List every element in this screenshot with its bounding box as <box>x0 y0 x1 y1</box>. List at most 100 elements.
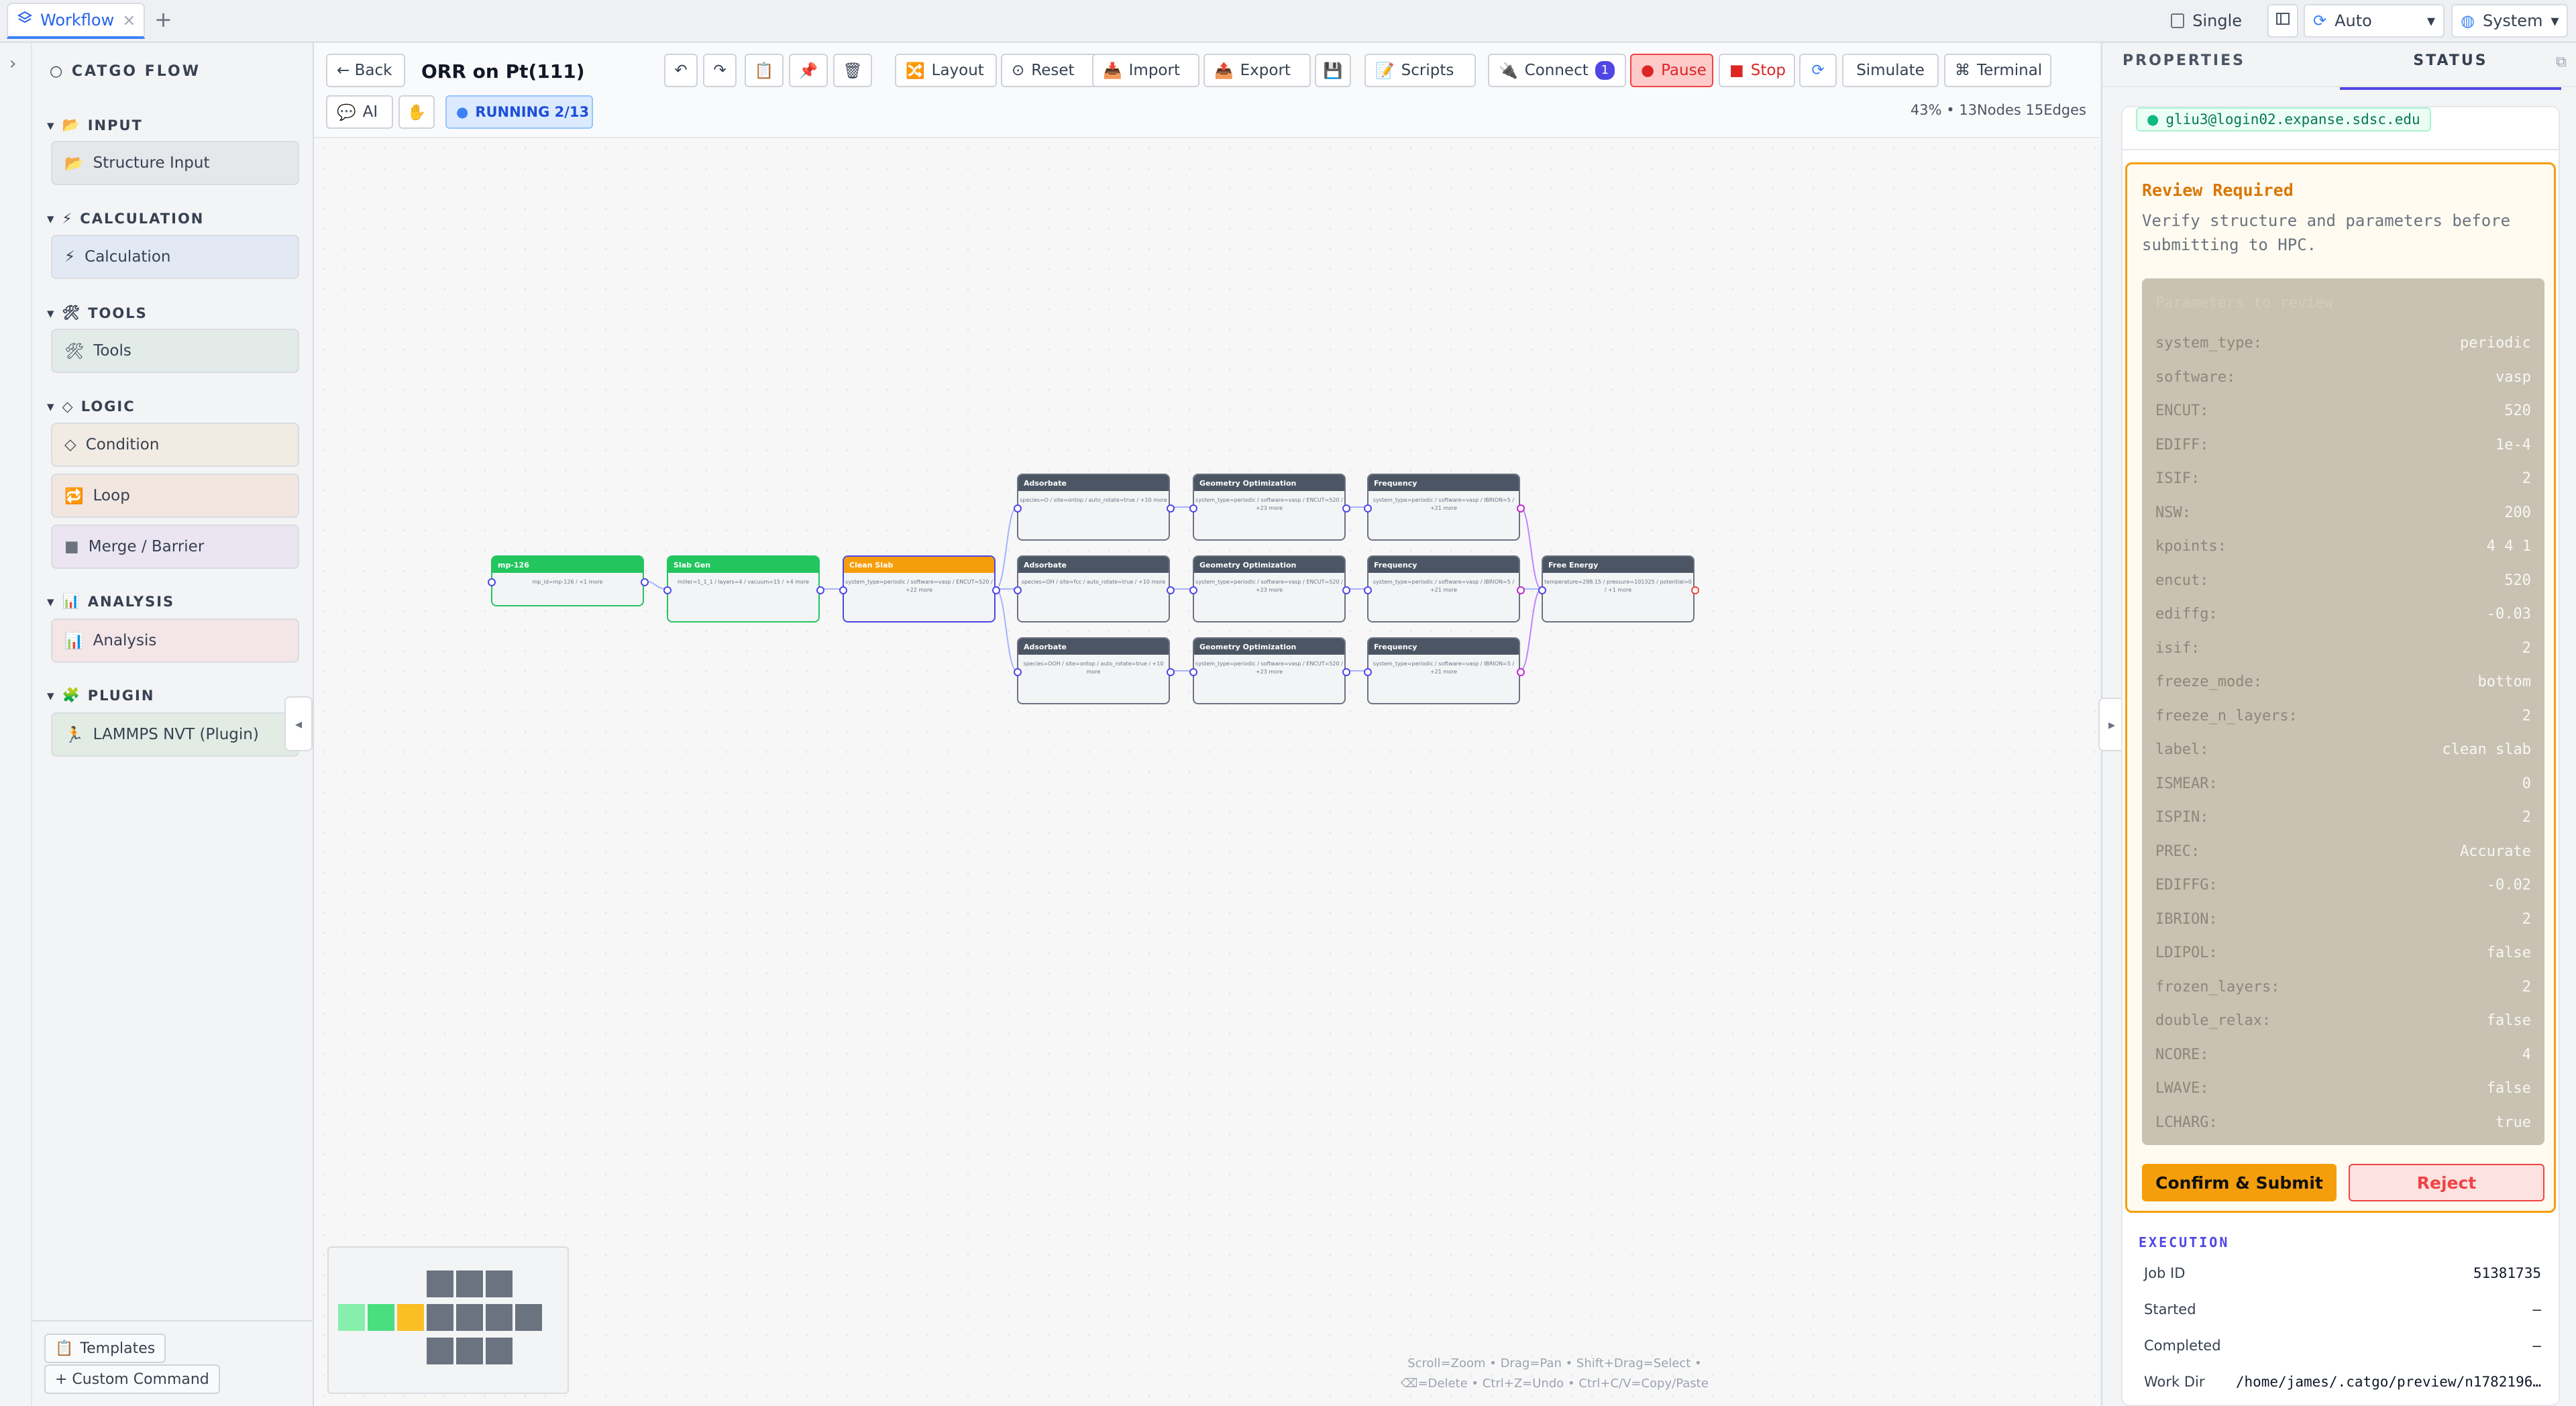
refresh-button[interactable]: ⟳ <box>1799 54 1837 87</box>
output-port[interactable] <box>1167 504 1175 512</box>
collapse-palette-handle[interactable]: ◂ <box>284 696 313 751</box>
workflow-edge[interactable] <box>1519 588 1542 671</box>
palette-item-merge-barrier[interactable]: ■ Merge / Barrier <box>51 525 299 569</box>
single-toggle[interactable]: Single <box>2163 4 2250 38</box>
palette-item-calculation[interactable]: ⚡ Calculation <box>51 235 299 279</box>
output-port[interactable] <box>641 578 649 586</box>
workflow-node[interactable]: Frequency system_type=periodic / software… <box>1364 555 1525 623</box>
workflow-node[interactable]: Frequency system_type=periodic / software… <box>1364 637 1525 704</box>
scripts-button[interactable]: 📝 Scripts <box>1364 54 1476 87</box>
reset-button[interactable]: ⊙ Reset <box>1001 54 1102 87</box>
section-analysis[interactable]: ▾ 📊 ANALYSIS <box>47 593 174 610</box>
parameters-list[interactable]: Parameters to review system_type: periodi… <box>2142 278 2544 1145</box>
workflow-node[interactable]: Frequency system_type=periodic / software… <box>1364 474 1525 541</box>
system-select[interactable]: ◍ System ▾ <box>2451 4 2568 38</box>
section-input[interactable]: ▾ 📂 INPUT <box>47 117 143 133</box>
popout-icon[interactable]: ⧉ <box>2556 54 2567 70</box>
close-icon[interactable]: × <box>122 11 136 30</box>
input-port[interactable] <box>663 586 672 594</box>
input-port[interactable] <box>1189 504 1197 512</box>
pause-button[interactable]: ● Pause <box>1630 54 1713 87</box>
copy-button[interactable]: 📋 <box>745 54 784 87</box>
output-port[interactable] <box>816 586 824 594</box>
connect-button[interactable]: 🔌 Connect 1 <box>1488 54 1626 87</box>
workflow-canvas[interactable]: mp-126 mp_id=mp-126 / <1 more Slab Gen mill… <box>314 138 2100 1406</box>
input-port[interactable] <box>1014 504 1022 512</box>
palette-item-structure-input[interactable]: 📂 Structure Input <box>51 141 299 185</box>
layout-button[interactable]: 🔀 Layout <box>895 54 997 87</box>
back-button[interactable]: ← Back <box>326 54 405 87</box>
status-dot-icon: ● <box>2147 111 2159 127</box>
input-port[interactable] <box>1364 504 1372 512</box>
input-port[interactable] <box>1014 586 1022 594</box>
terminal-button[interactable]: ⌘ Terminal <box>1944 54 2051 87</box>
workflow-node[interactable]: mp-126 mp_id=mp-126 / <1 more <box>488 555 649 606</box>
workflow-edge[interactable] <box>995 588 1018 671</box>
pan-mode-button[interactable]: ✋ <box>398 95 435 129</box>
workflow-edge[interactable] <box>1519 506 1542 590</box>
palette-item-condition[interactable]: ◇ Condition <box>51 423 299 467</box>
workflow-node[interactable]: Free Energy temperature=298.15 / pressure… <box>1538 555 1699 623</box>
palette-item-loop[interactable]: 🔁 Loop <box>51 474 299 518</box>
section-logic[interactable]: ▾ ◇ LOGIC <box>47 398 136 415</box>
output-port[interactable] <box>1517 586 1525 594</box>
input-port[interactable] <box>488 578 496 586</box>
add-tab-button[interactable]: + <box>154 7 172 32</box>
top-tab-bar: Workflow × + Single ⟳ Auto ▾ ◍ System ▾ <box>0 0 2576 43</box>
input-port[interactable] <box>1364 668 1372 676</box>
workflow-node[interactable]: Slab Gen miller=1_1_1 / layers=4 / vacuum… <box>663 555 824 623</box>
output-port[interactable] <box>1167 586 1175 594</box>
save-button[interactable]: 💾 <box>1315 54 1351 87</box>
output-port[interactable] <box>1342 586 1350 594</box>
workflow-node[interactable]: Clean Slab system_type=periodic / softwar… <box>839 555 1000 623</box>
output-port[interactable] <box>1691 586 1699 594</box>
confirm-submit-button[interactable]: Confirm & Submit <box>2142 1164 2337 1201</box>
chevron-right-icon[interactable]: › <box>9 54 16 74</box>
paste-button[interactable]: 📌 <box>789 54 828 87</box>
input-port[interactable] <box>839 586 847 594</box>
section-tools[interactable]: ▾ 🛠 TOOLS <box>47 305 148 321</box>
input-port[interactable] <box>1189 586 1197 594</box>
workflow-node[interactable]: Geometry Optimization system_type=periodi… <box>1189 474 1350 541</box>
tab-status[interactable]: STATUS <box>2340 52 2561 90</box>
workflow-node[interactable]: Adsorbate species=OOH / site=ontop / auto… <box>1014 637 1175 704</box>
simulate-button[interactable]: Simulate <box>1842 54 1939 87</box>
auto-select[interactable]: ⟳ Auto ▾ <box>2304 4 2445 38</box>
panel-toggle-button[interactable] <box>2267 4 2298 38</box>
output-port[interactable] <box>1342 504 1350 512</box>
workflow-node[interactable]: Adsorbate species=OH / site=fcc / auto_ro… <box>1014 555 1175 623</box>
import-button[interactable]: 📥 Import <box>1092 54 1199 87</box>
redo-button[interactable]: ↷ <box>703 54 737 87</box>
ai-button[interactable]: 💬 AI <box>326 95 393 129</box>
output-port[interactable] <box>1342 668 1350 676</box>
input-port[interactable] <box>1014 668 1022 676</box>
input-port[interactable] <box>1364 586 1372 594</box>
output-port[interactable] <box>1167 668 1175 676</box>
palette-item-tools[interactable]: 🛠 Tools <box>51 329 299 373</box>
export-button[interactable]: 📤 Export <box>1203 54 1311 87</box>
chevron-down-icon: ▾ <box>2551 11 2559 30</box>
templates-button[interactable]: 📋 Templates <box>44 1334 166 1363</box>
stop-button[interactable]: ■ Stop <box>1719 54 1795 87</box>
tab-properties[interactable]: PROPERTIES <box>2123 52 2245 69</box>
minimap[interactable] <box>327 1246 569 1394</box>
workflow-node[interactable]: Geometry Optimization system_type=periodi… <box>1189 555 1350 623</box>
delete-button[interactable]: 🗑 <box>833 54 872 87</box>
section-calculation[interactable]: ▾ ⚡ CALCULATION <box>47 211 204 227</box>
reject-button[interactable]: Reject <box>2349 1164 2544 1201</box>
palette-item-lammps-nvt[interactable]: 🏃 LAMMPS NVT (Plugin) <box>51 712 299 757</box>
connect-count-badge: 1 <box>1595 61 1615 80</box>
custom-command-button[interactable]: + Custom Command <box>44 1364 220 1394</box>
undo-button[interactable]: ↶ <box>664 54 698 87</box>
input-port[interactable] <box>1189 668 1197 676</box>
palette-item-analysis[interactable]: 📊 Analysis <box>51 618 299 663</box>
output-port[interactable] <box>992 586 1000 594</box>
output-port[interactable] <box>1517 504 1525 512</box>
workflow-node[interactable]: Adsorbate species=O / site=ontop / auto_r… <box>1014 474 1175 541</box>
tab-workflow[interactable]: Workflow × <box>7 3 145 39</box>
input-port[interactable] <box>1538 586 1546 594</box>
workflow-edge[interactable] <box>995 506 1018 590</box>
section-plugin[interactable]: ▾ 🧩 PLUGIN <box>47 687 154 704</box>
workflow-node[interactable]: Geometry Optimization system_type=periodi… <box>1189 637 1350 704</box>
output-port[interactable] <box>1517 668 1525 676</box>
